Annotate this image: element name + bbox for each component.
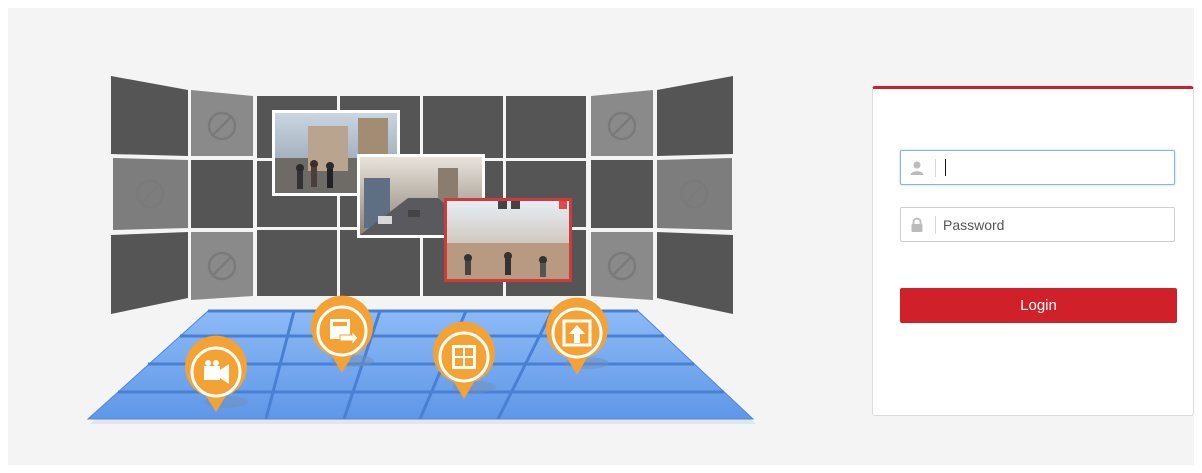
password-input[interactable] [943, 212, 1168, 237]
page-background: Login [8, 8, 1194, 465]
video-wall-illustration [86, 76, 756, 424]
username-input[interactable] [943, 155, 1168, 180]
lock-icon [911, 217, 923, 232]
text-caret [945, 159, 946, 176]
username-field[interactable] [900, 150, 1175, 185]
login-button[interactable]: Login [900, 288, 1177, 323]
left-wall [111, 76, 253, 314]
right-wall [591, 76, 733, 314]
field-separator [935, 159, 936, 177]
password-field[interactable] [900, 207, 1175, 242]
field-separator [935, 216, 936, 234]
login-panel: Login [872, 86, 1194, 416]
user-icon [910, 161, 924, 175]
preview-window-3 [444, 198, 572, 282]
